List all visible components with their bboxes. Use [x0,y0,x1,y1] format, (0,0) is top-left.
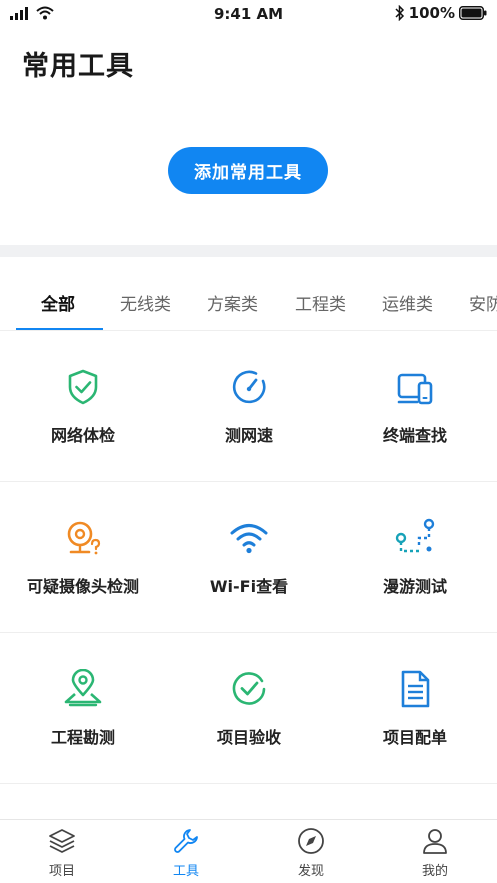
tabbar-projects[interactable]: 项目 [0,820,124,883]
tabbar-profile[interactable]: 我的 [373,820,497,883]
user-icon [423,829,447,854]
status-right: 100% [395,4,487,22]
tab-wireless[interactable]: 无线类 [120,290,171,315]
tool-label: 网络体检 [50,426,115,445]
tool-label: Wi-Fi查看 [209,577,289,596]
wifi-icon [230,524,268,554]
roaming-path-icon [395,518,435,553]
check-circle-icon [232,672,266,705]
tool-wifi-view[interactable]: Wi-Fi查看 [166,482,332,632]
tab-engineering[interactable]: 工程类 [295,290,346,315]
tab-security[interactable]: 安防类 [469,290,497,315]
compass-icon [298,828,324,854]
tab-all[interactable]: 全部 [41,290,75,315]
category-tabs: 全部 无线类 方案类 工程类 运维类 安防类 [0,257,497,331]
speedometer-icon [232,370,266,404]
tabbar-label: 工具 [172,864,199,879]
map-pin-icon [64,669,102,707]
devices-icon [397,373,433,405]
tabbar-tools[interactable]: 工具 [124,820,248,883]
tool-camera-detect[interactable]: 可疑摄像头检测 [0,482,166,632]
tool-site-survey[interactable]: 工程勘测 [0,633,166,783]
tool-label: 项目验收 [216,728,281,747]
tool-label: 漫游测试 [382,577,447,596]
tools-row: 工程勘测 项目验收 项目配单 [0,633,497,784]
tool-label: 工程勘测 [50,728,115,747]
layers-icon [49,829,75,853]
document-icon [401,670,430,708]
tool-label: 可疑摄像头检测 [26,577,139,596]
tool-label: 终端查找 [382,426,447,445]
tool-project-acceptance[interactable]: 项目验收 [166,633,332,783]
bottom-tab-bar: 项目 工具 发现 我的 [0,819,497,883]
tool-network-check[interactable]: 网络体检 [0,331,166,481]
camera-question-icon [67,521,101,555]
tools-row: 网络体检 测网速 终端查找 [0,331,497,482]
page-title: 常用工具 [22,51,134,82]
battery-percent: 100% [408,4,455,22]
tab-solution[interactable]: 方案类 [207,290,258,315]
tools-row: 可疑摄像头检测 Wi-Fi查看 漫游测试 [0,482,497,633]
tool-speed-test[interactable]: 测网速 [166,331,332,481]
tabbar-label: 项目 [48,864,75,879]
wrench-icon [174,829,198,853]
bluetooth-icon [395,5,404,21]
tabbar-discover[interactable]: 发现 [249,820,373,883]
add-tool-button[interactable]: 添加常用工具 [168,147,328,194]
tabbar-label: 发现 [297,864,324,879]
tabbar-label: 我的 [421,864,448,879]
status-bar: 9:41 AM 100% [0,0,497,30]
tab-maintenance[interactable]: 运维类 [382,290,433,315]
tool-label: 项目配单 [382,728,447,747]
tool-device-finder[interactable]: 终端查找 [332,331,497,481]
battery-icon [459,6,487,20]
tool-roaming-test[interactable]: 漫游测试 [332,482,497,632]
section-divider [0,245,497,257]
shield-check-icon [68,369,98,405]
tool-project-quote[interactable]: 项目配单 [332,633,497,783]
tools-grid: 网络体检 测网速 终端查找 可疑摄像头检测 Wi-Fi查看 漫游测试 工程勘测 … [0,331,497,784]
tool-label: 测网速 [224,426,273,445]
